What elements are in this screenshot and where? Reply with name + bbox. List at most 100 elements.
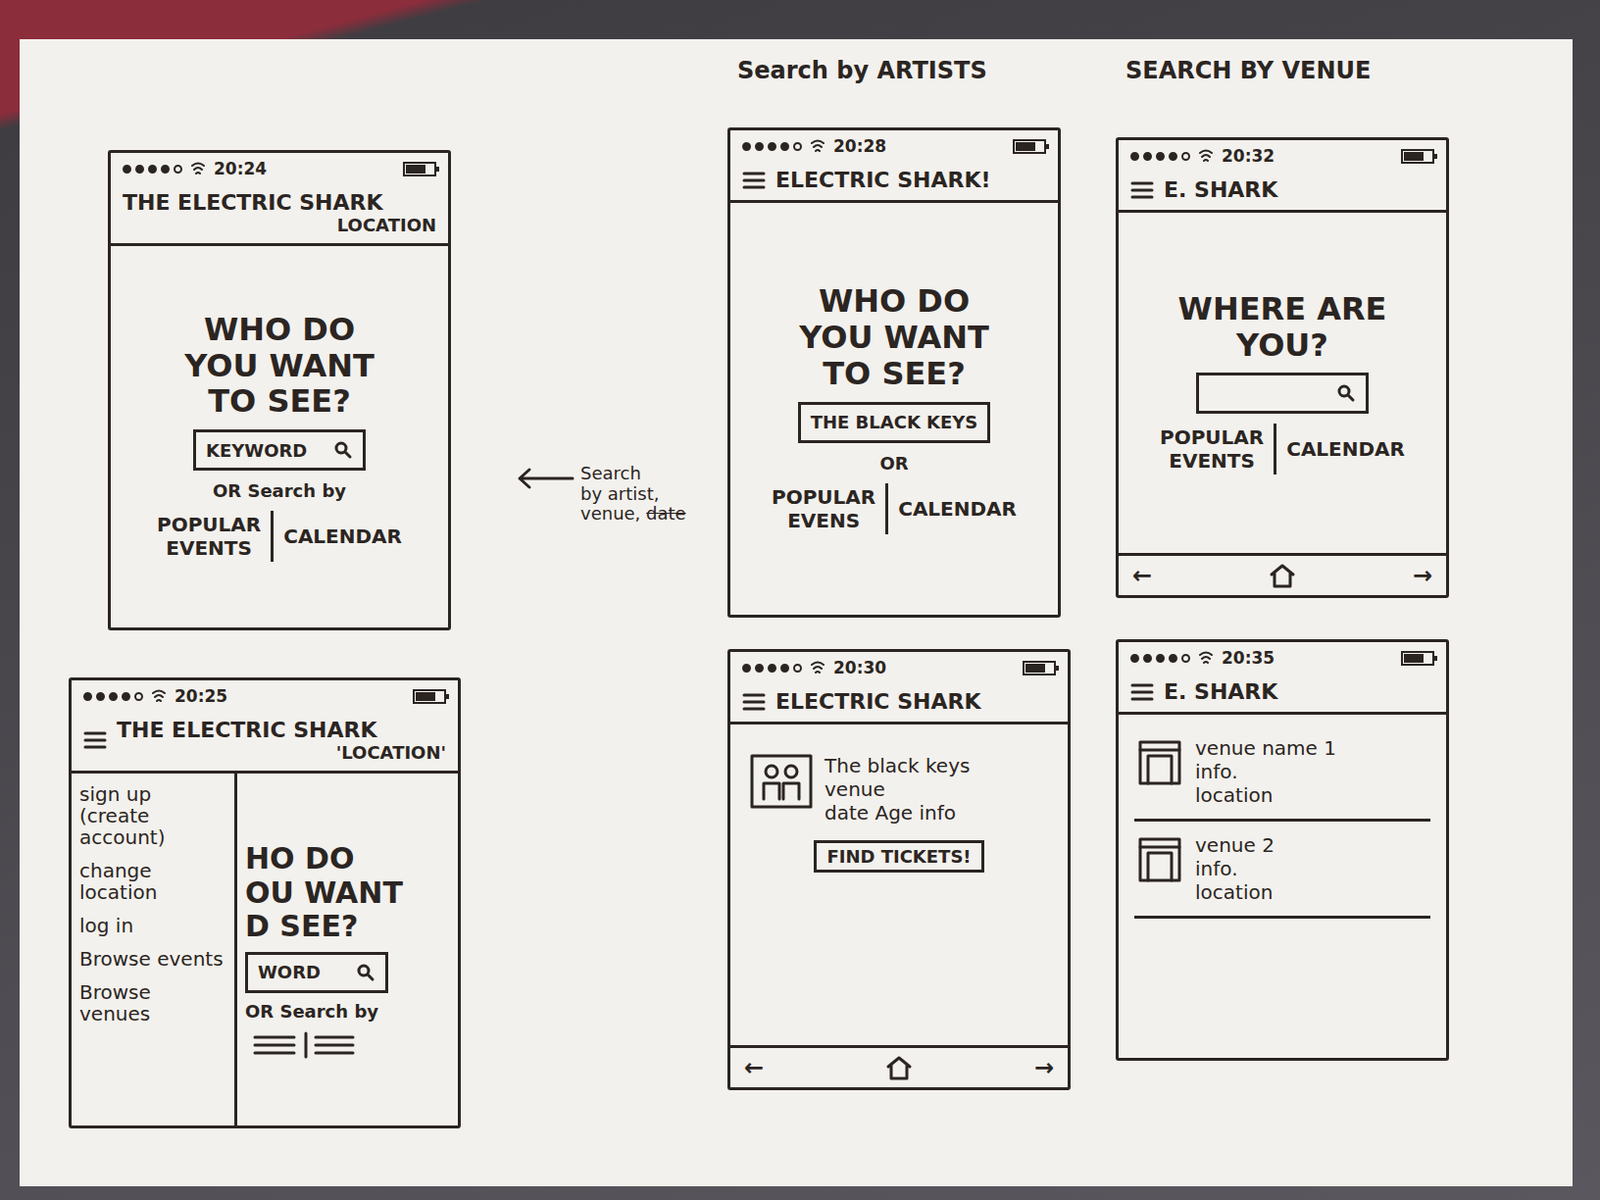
back-button[interactable]: ← [744,1053,764,1082]
signal-dot [793,663,802,673]
app-title: E. SHARK [1163,679,1435,704]
venue-info: venue name 1info.location [1195,736,1337,807]
prompt: WHERE AREYOU? [1178,291,1388,364]
search-link[interactable]: POPULAR EVENTS [147,510,271,562]
battery-icon [412,689,447,704]
signal-dots [742,142,802,151]
signal-dots [1130,151,1191,161]
prompt-line: YOU WANT [799,319,990,356]
signal-dot [742,663,751,673]
app-title-block: THE ELECTRIC SHARKLOCATION [122,190,437,236]
signal-dot [122,164,132,174]
prompt-line: D SEE? [245,909,358,945]
column: 20:24THE ELECTRIC SHARKLOCATIONWHO DOYOU… [68,56,481,1129]
search-field[interactable] [1196,372,1369,414]
or-text: OR [879,452,908,474]
search-link[interactable]: CALENDAR [270,510,412,562]
or-text: OR Search by [212,480,347,501]
drawer-item[interactable]: change location [79,859,227,903]
battery-fill [1403,653,1424,663]
search-link[interactable]: POPULAR EVENS [761,483,886,535]
menu-icon[interactable] [742,691,766,713]
signal-dot [160,164,170,174]
annotation-text: Searchby artist,venue, date [580,463,687,525]
menu-icon[interactable] [1130,681,1154,703]
clock: 20:30 [833,657,887,678]
search-value[interactable]: KEYWORD [205,440,307,461]
search-value[interactable]: THE BLACK KEYS [810,411,979,433]
prompt-line: YOU? [1236,327,1329,364]
forward-button[interactable]: → [1034,1053,1054,1082]
clock: 20:28 [833,136,887,156]
phone-screen: 20:32 E. SHARK WHERE AREYOU? POPULAR EVENTS… [1115,137,1450,599]
phone-screen: 20:24THE ELECTRIC SHARKLOCATIONWHO DOYOU… [107,150,451,631]
search-value[interactable]: WORD [257,961,321,983]
drawer-item[interactable]: log in [79,914,227,937]
app-title-block: E. SHARK [1163,177,1435,202]
venue-line: info. [1195,856,1275,881]
menu-icon[interactable] [83,729,107,751]
venue-list: venue name 1info.locationvenue 2info.loc… [1118,714,1447,1058]
prompt: WHO DOYOU WANTTO SEE? [184,311,375,420]
app-header: THE ELECTRIC SHARK'LOCATION' [71,711,458,774]
wifi-icon [1198,148,1214,164]
venue-line: location [1195,880,1275,904]
signal-dots [742,663,802,673]
signal-dots [122,164,183,174]
back-button[interactable]: ← [1132,561,1152,590]
search-field[interactable]: WORD [245,951,389,994]
search-links: POPULAR EVENTSCALENDAR [147,510,412,562]
column: SEARCH BY VENUE20:32E. SHARKWHERE AREYOU… [1115,56,1469,1061]
search-icon [1336,383,1356,403]
venue-line: info. [1195,759,1337,784]
app-title-block: ELECTRIC SHARK! [775,167,1047,193]
drawer-item[interactable]: Browse events [79,948,227,970]
search-link[interactable]: CALENDAR [1273,423,1415,475]
clock: 20:25 [174,686,228,706]
wifi-icon [809,138,826,154]
clock: 20:32 [1221,146,1275,166]
venue-name: venue 2 [1195,833,1275,857]
search-link[interactable]: CALENDAR [885,483,1027,535]
signal-dot [1143,151,1152,161]
drawer-item[interactable]: Browse venues [79,981,227,1025]
or-text: OR Search by [245,1000,379,1022]
search-link[interactable]: POPULAR EVENTS [1150,423,1274,475]
screen-body: WHO DOYOU WANTTO SEE? KEYWORD OR Search by… [110,246,449,628]
signal-dot [108,692,118,701]
app-title: ELECTRIC SHARK! [775,167,1047,193]
find-tickets-button[interactable]: FIND TICKETS! [813,840,984,873]
venue-row[interactable]: venue name 1info.location [1134,724,1431,822]
wifi-icon [150,688,167,704]
signal-dot [1155,653,1165,663]
location-label[interactable]: 'LOCATION' [336,742,447,763]
menu-icon[interactable] [742,169,766,192]
search-field[interactable]: KEYWORD [193,429,366,471]
phone-screen: 20:28ELECTRIC SHARK!WHO DOYOU WANTTO SEE… [727,127,1061,618]
search-icon [333,440,353,460]
status-bar: 20:30 [730,651,1068,684]
status-bar: 20:28 [730,130,1058,162]
prompt: HO DOOU WANTD SEE? [245,842,403,945]
signal-dot [121,692,131,701]
screen-body: WHO DOYOU WANTTO SEE?THE BLACK KEYSORPOP… [730,202,1058,615]
drawer-item[interactable]: sign up (create account) [79,783,227,849]
home-icon[interactable] [885,1054,913,1081]
search-field[interactable]: THE BLACK KEYS [798,401,992,444]
venue-row[interactable]: venue 2info.location [1134,821,1431,919]
signal-dot [1181,151,1191,161]
covered-content: HO DOOU WANTD SEE? WORD OR Search by [237,773,458,1126]
bottom-nav: ←→ [730,1045,1068,1088]
location-label[interactable]: LOCATION [337,214,437,236]
battery-fill [1403,151,1424,161]
signal-dot [1155,151,1165,161]
venue-name: venue name 1 [1195,736,1337,760]
menu-icon[interactable] [1130,179,1154,201]
signal-dot [83,692,93,701]
signal-dot [1168,653,1178,663]
event-row[interactable]: The black keysvenuedate Age info [750,753,1049,825]
home-icon[interactable] [1268,562,1297,589]
forward-button[interactable]: → [1412,561,1433,590]
screen-body: WHERE AREYOU? POPULAR EVENTSCALENDAR [1118,212,1447,553]
status-bar: 20:25 [71,680,458,712]
